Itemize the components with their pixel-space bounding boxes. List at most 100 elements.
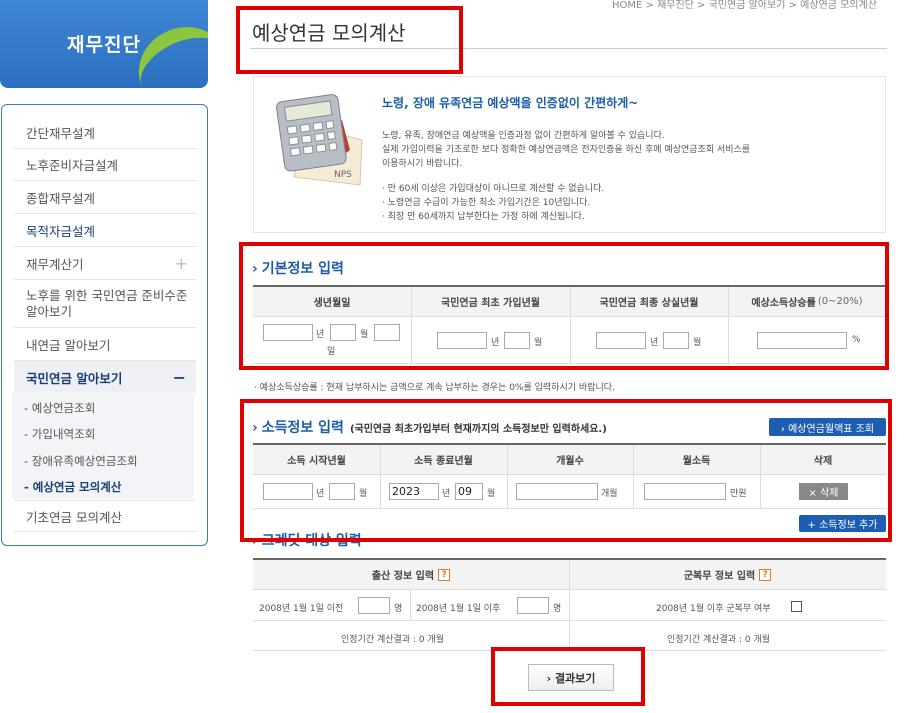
row-divider <box>253 620 886 621</box>
plus-icon[interactable]: + <box>175 254 188 273</box>
submenu: - 예상연금조회 - 가입내역조회 - 장애유족예상연금조회 - 예상연금 모의… <box>12 392 194 499</box>
view-result-button[interactable]: › 결과보기 <box>528 664 614 691</box>
pension-table-lookup-button[interactable]: › 예상연금월액표 조회 <box>769 418 886 436</box>
header-last-lost: 국민연금 최종 상실년월 <box>570 287 728 317</box>
credit-section-title-text: 크레딧 대상 입력 <box>261 533 362 549</box>
military-header-text: 군복무 정보 입력 <box>683 571 756 582</box>
header-income-start: 소득 시작년월 <box>253 445 380 475</box>
sidebar-item-national-pension[interactable]: 국민연금 알아보기 − <box>14 361 196 393</box>
sidebar-item-label: 간단재무설계 <box>26 126 96 141</box>
unit-month: 월 <box>359 489 368 499</box>
minus-icon[interactable]: − <box>173 368 186 387</box>
income-end-year-input[interactable] <box>389 483 439 500</box>
first-join-month-input[interactable] <box>504 332 530 349</box>
sidebar-item-retirement-fund[interactable]: 노후준비자금설계 <box>14 149 196 181</box>
col-divider <box>570 287 571 365</box>
header-months: 개월수 <box>507 445 633 475</box>
col-divider <box>507 445 508 509</box>
col-divider <box>569 560 570 650</box>
chevron-right-icon: › <box>252 420 258 436</box>
after-2008-label: 2008년 1월 1일 이후 <box>416 604 501 614</box>
sidebar-item-label: 노후를 위한 국민연금 준비수준 알아보기 <box>26 287 188 319</box>
income-start-year-input[interactable] <box>263 483 313 500</box>
children-before-2008-input[interactable] <box>358 597 390 614</box>
income-info-table: 소득 시작년월 소득 종료년월 개월수 월소득 삭제 년 월 년 월 개월 만원… <box>253 443 886 509</box>
income-rate-note: · 예상소득상승률 : 현재 납부하시는 금액으로 계속 납부하는 경우는 0%… <box>254 383 615 393</box>
sidebar-item-total-planning[interactable]: 종합재무설계 <box>14 181 196 214</box>
sidebar-item-purpose-fund[interactable]: 목적자금설계 <box>14 214 196 247</box>
sidebar-header: 재무진단 <box>0 0 208 88</box>
row-divider <box>253 508 886 509</box>
submenu-item-disability-survivor[interactable]: - 장애유족예상연금조회 <box>24 453 138 469</box>
row-divider <box>253 363 886 364</box>
unit-year: 년 <box>442 489 451 499</box>
birth-day-input[interactable] <box>374 324 400 341</box>
sidebar-item-label: 노후준비자금설계 <box>26 158 119 173</box>
header-military-info: 군복무 정보 입력? <box>569 560 886 590</box>
info-line: 노령, 유족, 장애연금 예상액을 인증과정 없이 간편하게 알아볼 수 있습니… <box>382 131 665 141</box>
help-icon[interactable]: ? <box>759 568 772 581</box>
credit-section-title: › 크레딧 대상 입력 <box>252 530 362 550</box>
unit-year: 년 <box>316 489 325 499</box>
header-birthdate: 생년월일 <box>253 287 411 317</box>
col-divider <box>411 287 412 365</box>
sidebar-item-calculator[interactable]: 재무계산기 + <box>14 247 196 280</box>
income-rate-input[interactable] <box>757 332 847 349</box>
birth-result: 인정기간 계산결과 : 0 개월 <box>341 635 445 645</box>
header-delete: 삭제 <box>760 445 886 475</box>
sidebar-item-pension-readiness[interactable]: 노후를 위한 국민연금 준비수준 알아보기 <box>14 280 196 328</box>
sidebar-item-label: 내연금 알아보기 <box>26 337 111 353</box>
info-bullet: · 노령연금 수급이 가능한 최소 가입기간은 10년입니다. <box>382 198 591 208</box>
birth-month-input[interactable] <box>330 324 356 341</box>
military-result: 인정기간 계산결과 : 0 개월 <box>667 635 771 645</box>
birth-year-input[interactable] <box>263 324 313 341</box>
header-first-join: 국민연금 최초 가입년월 <box>411 287 570 317</box>
sidebar-item-label: 재무계산기 <box>26 256 84 272</box>
col-divider <box>760 445 761 509</box>
monthly-income-input[interactable] <box>644 483 726 500</box>
first-join-year-input[interactable] <box>437 332 487 349</box>
before-2008-label: 2008년 1월 1일 이전 <box>259 604 344 614</box>
basic-info-table: 생년월일 국민연금 최초 가입년월 국민연금 최종 상실년월 예상소득상승률 (0… <box>253 285 886 365</box>
credit-table: 출산 정보 입력? 군복무 정보 입력? 2008년 1월 1일 이전 명 20… <box>253 558 886 651</box>
income-section-title: › 소득정보 입력 (국민연금 최초가입부터 현재까지의 소득정보만 입력하세요.) <box>252 417 607 437</box>
title-divider <box>250 48 887 49</box>
military-checkbox[interactable] <box>791 601 802 612</box>
help-icon[interactable]: ? <box>438 568 451 581</box>
delete-income-button[interactable]: × 삭제 <box>799 483 848 500</box>
header-income-rate: 예상소득상승률 (0~20%) <box>728 287 886 317</box>
basic-section-title: › 기본정보 입력 <box>252 258 344 278</box>
submenu-item-enrollment-history[interactable]: - 가입내역조회 <box>24 426 95 442</box>
sidebar-item-basic-pension[interactable]: 기초연금 모의계산 <box>14 500 196 532</box>
sidebar-item-simple-planning[interactable]: 간단재무설계 <box>14 117 196 149</box>
add-income-button[interactable]: + 소득정보 추가 <box>799 515 886 532</box>
unit-months: 개월 <box>601 489 618 499</box>
chevron-right-icon: › <box>252 533 258 549</box>
income-start-month-input[interactable] <box>329 483 355 500</box>
sidebar-item-label: 기초연금 모의계산 <box>26 509 122 525</box>
submenu-item-simulation[interactable]: - 예상연금 모의계산 <box>24 479 121 495</box>
unit-month: 월 <box>534 338 543 348</box>
chevron-right-icon: › <box>252 261 258 277</box>
sidebar-item-my-pension[interactable]: 내연금 알아보기 <box>14 328 196 361</box>
last-lost-year-input[interactable] <box>596 332 646 349</box>
info-heading: 노령, 장애 유족연금 예상액을 인증없이 간편하게~ <box>382 96 639 110</box>
children-after-2008-input[interactable] <box>517 597 549 614</box>
unit-month: 월 <box>487 489 496 499</box>
unit-percent: % <box>852 335 861 345</box>
military-label: 2008년 1월 이후 군복무 여부 <box>656 604 771 614</box>
income-end-month-input[interactable] <box>455 483 483 500</box>
page-title: 예상연금 모의계산 <box>252 21 406 45</box>
months-input[interactable] <box>516 483 598 500</box>
last-lost-month-input[interactable] <box>663 332 689 349</box>
submenu-item-expected-pension[interactable]: - 예상연금조회 <box>24 400 95 416</box>
row-divider <box>253 650 886 651</box>
header-income-rate-text: 예상소득상승률 <box>751 298 816 309</box>
nps-label: NPS <box>334 170 352 180</box>
sidebar-item-label: 목적자금설계 <box>26 223 96 239</box>
calculator-icon: NPS <box>276 94 363 186</box>
info-bullet: · 만 60세 이상은 가입대상이 아니므로 계산할 수 없습니다. <box>382 184 605 194</box>
unit-year: 년 <box>491 338 500 348</box>
header-monthly-income: 월소득 <box>633 445 760 475</box>
unit-won: 만원 <box>730 489 747 499</box>
